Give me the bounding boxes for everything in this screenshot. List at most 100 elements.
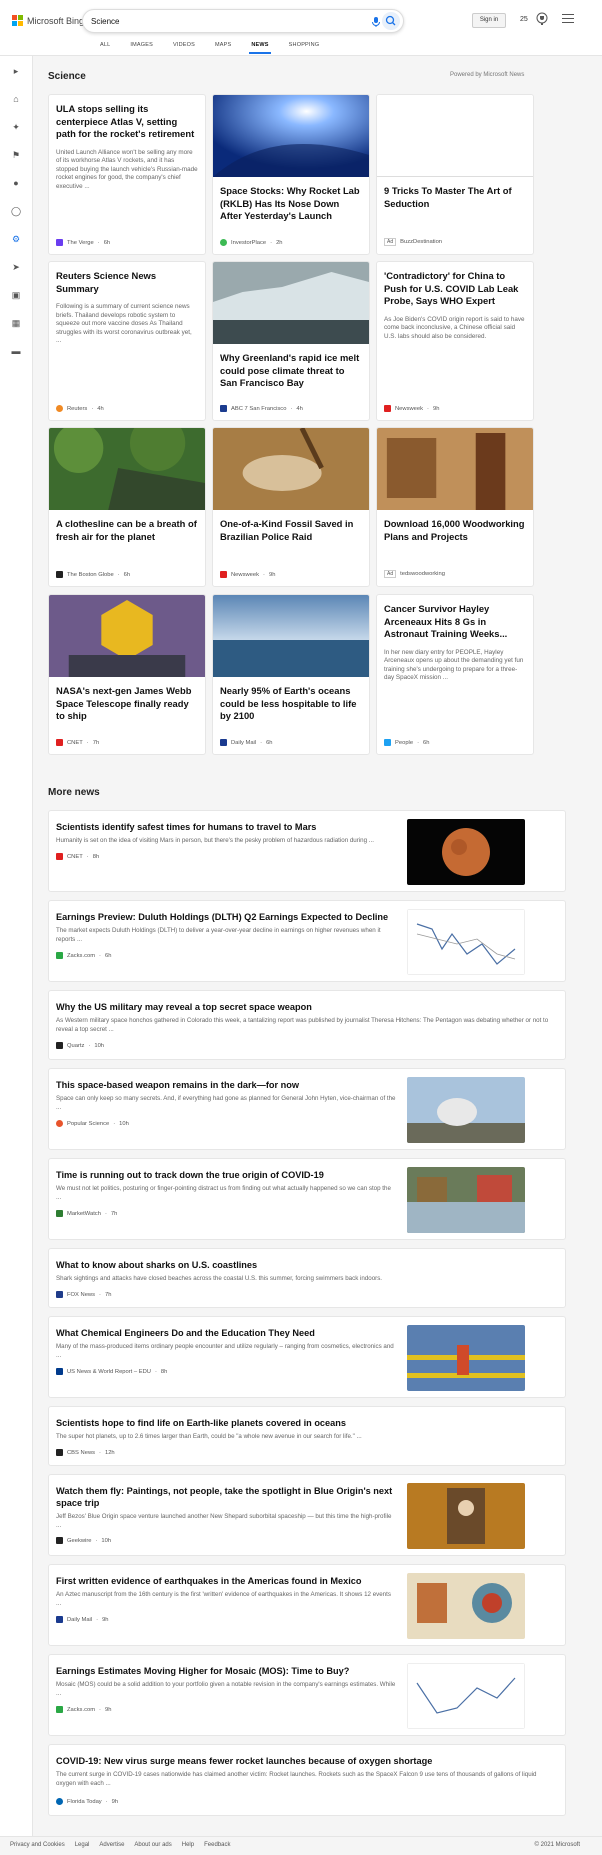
- news-list-item[interactable]: What to know about sharks on U.S. coastl…: [48, 1248, 566, 1308]
- source-name: The Verge: [67, 239, 94, 246]
- tab-maps[interactable]: MAPS: [205, 40, 241, 50]
- home-icon[interactable]: ⌂: [11, 94, 21, 104]
- news-card[interactable]: Cancer Survivor Hayley Arceneaux Hits 8 …: [376, 594, 534, 755]
- card-source: The Verge · 6h: [56, 239, 110, 246]
- card-title: NASA's next-gen James Webb Space Telesco…: [56, 685, 192, 721]
- search-input[interactable]: [91, 14, 341, 29]
- globe-icon[interactable]: ◯: [11, 206, 21, 216]
- microscope-icon[interactable]: ⚙: [11, 234, 21, 244]
- rewards-trophy-icon[interactable]: [536, 12, 548, 26]
- separator: ·: [97, 239, 100, 246]
- search-box[interactable]: [82, 9, 404, 33]
- source-time: 9h: [102, 1616, 109, 1623]
- item-snippet: Jeff Bezos' Blue Origin space venture la…: [56, 1513, 392, 1529]
- separator: ·: [86, 739, 89, 746]
- science-icon[interactable]: ✦: [11, 122, 21, 132]
- painting-image: [407, 1483, 525, 1549]
- rocket-icon[interactable]: ➤: [11, 262, 21, 272]
- news-list-item[interactable]: Scientists hope to find life on Earth-li…: [48, 1406, 566, 1466]
- news-list-item[interactable]: What Chemical Engineers Do and the Educa…: [48, 1316, 566, 1398]
- separator: ·: [113, 1120, 116, 1127]
- film-icon[interactable]: ▣: [11, 290, 21, 300]
- card-source: Daily Mail · 6h: [220, 739, 273, 746]
- news-card[interactable]: A clothesline can be a breath of fresh a…: [48, 427, 206, 587]
- ad-badge: Ad: [384, 570, 397, 578]
- news-card[interactable]: 'Contradictory' for China to Push for U.…: [376, 261, 534, 421]
- news-card[interactable]: Nearly 95% of Earth's oceans could be le…: [212, 594, 370, 755]
- source-name: Daily Mail: [231, 739, 257, 746]
- item-source: Popular Science · 10h: [56, 1120, 129, 1127]
- card-title: 'Contradictory' for China to Push for U.…: [384, 270, 519, 306]
- tab-news[interactable]: NEWS: [241, 40, 278, 54]
- news-card[interactable]: Why Greenland's rapid ice melt could pos…: [212, 261, 370, 421]
- search-button[interactable]: [382, 12, 400, 30]
- building-icon[interactable]: ▦: [11, 318, 21, 328]
- mars-image: [407, 819, 525, 885]
- powered-by: Powered by Microsoft News: [450, 72, 525, 78]
- ad-card[interactable]: 9 Tricks To Master The Art of Seduction …: [376, 94, 534, 255]
- separator: ·: [117, 571, 120, 578]
- card-title: Nearly 95% of Earth's oceans could be le…: [220, 685, 357, 721]
- source-logo-icon: [56, 1706, 63, 1713]
- news-card[interactable]: NASA's next-gen James Webb Space Telesco…: [48, 594, 206, 755]
- item-snippet: Mosaic (MOS) could be a solid addition t…: [56, 1681, 396, 1697]
- stock-chart-thumbnail: [407, 1663, 525, 1729]
- footer-link-legal[interactable]: Legal: [75, 1842, 90, 1848]
- stock-chart-thumbnail: [407, 909, 525, 975]
- news-list-item[interactable]: COVID-19: New virus surge means fewer ro…: [48, 1744, 566, 1816]
- tab-all[interactable]: ALL: [90, 40, 120, 50]
- news-list-item[interactable]: This space-based weapon remains in the d…: [48, 1068, 566, 1150]
- tab-videos[interactable]: VIDEOS: [163, 40, 205, 50]
- news-card[interactable]: ULA stops selling its centerpiece Atlas …: [48, 94, 206, 255]
- news-list-item[interactable]: Earnings Preview: Duluth Holdings (DLTH)…: [48, 900, 566, 982]
- footer-link-feedback[interactable]: Feedback: [204, 1842, 230, 1848]
- item-title: What to know about sharks on U.S. coastl…: [56, 1260, 258, 1270]
- source-time: 10h: [94, 1042, 105, 1049]
- microphone-icon[interactable]: [369, 15, 383, 29]
- item-snippet: The market expects Duluth Holdings (DLTH…: [56, 927, 381, 943]
- news-list-item[interactable]: Earnings Estimates Moving Higher for Mos…: [48, 1654, 566, 1736]
- location-pin-icon[interactable]: ●: [11, 178, 21, 188]
- footer-link-advertise[interactable]: Advertise: [99, 1842, 124, 1848]
- tab-shopping[interactable]: SHOPPING: [279, 40, 330, 50]
- flag-icon[interactable]: ⚑: [11, 150, 21, 160]
- news-list-item[interactable]: Scientists identify safest times for hum…: [48, 810, 566, 892]
- item-source: Florida Today · 9h: [56, 1798, 118, 1805]
- source-logo-icon: [56, 1291, 63, 1298]
- footer-link-help[interactable]: Help: [182, 1842, 194, 1848]
- footer-link-privacy[interactable]: Privacy and Cookies: [10, 1842, 65, 1848]
- hamburger-menu-icon[interactable]: [562, 14, 574, 24]
- source-name: Zacks.com: [67, 1706, 96, 1713]
- news-card[interactable]: Space Stocks: Why Rocket Lab (RKLB) Has …: [212, 94, 370, 255]
- bing-logo[interactable]: Microsoft Bing: [12, 15, 84, 26]
- item-title: Earnings Preview: Duluth Holdings (DLTH)…: [56, 912, 389, 922]
- news-card[interactable]: One-of-a-Kind Fossil Saved in Brazilian …: [212, 427, 370, 587]
- separator: ·: [96, 1616, 99, 1623]
- source-name: MarketWatch: [67, 1210, 101, 1217]
- rewards-points[interactable]: 25: [520, 16, 528, 23]
- source-name: Quartz: [67, 1042, 85, 1049]
- card-source: Reuters · 4h: [56, 405, 104, 412]
- source-time: 9h: [268, 571, 276, 578]
- source-logo-icon: [56, 571, 63, 578]
- section-title: Science: [48, 71, 86, 82]
- news-list-item[interactable]: Time is running out to track down the tr…: [48, 1158, 566, 1240]
- copyright: © 2021 Microsoft: [534, 1842, 580, 1848]
- news-list-item[interactable]: Why the US military may reveal a top sec…: [48, 990, 566, 1060]
- source-name: Zacks.com: [67, 952, 96, 959]
- card-snippet: As Joe Biden's COVID origin report is sa…: [384, 315, 525, 340]
- footer-link-about-ads[interactable]: About our ads: [134, 1842, 171, 1848]
- news-list-item[interactable]: First written evidence of earthquakes in…: [48, 1564, 566, 1646]
- sign-in-button[interactable]: Sign in: [472, 13, 506, 28]
- car-icon[interactable]: ▬: [11, 346, 21, 356]
- source-logo-icon: [56, 739, 63, 746]
- tab-images[interactable]: IMAGES: [120, 40, 163, 50]
- card-source: Ad tedswoodworking: [384, 570, 445, 578]
- separator: ·: [427, 405, 429, 412]
- source-time: 10h: [101, 1537, 112, 1544]
- news-card[interactable]: Reuters Science News Summary Following i…: [48, 261, 206, 421]
- news-list-item[interactable]: Watch them fly: Paintings, not people, t…: [48, 1474, 566, 1556]
- card-title: 9 Tricks To Master The Art of Seduction: [384, 185, 512, 209]
- ad-card[interactable]: Download 16,000 Woodworking Plans and Pr…: [376, 427, 534, 587]
- expand-rail-icon[interactable]: ▸: [11, 66, 21, 76]
